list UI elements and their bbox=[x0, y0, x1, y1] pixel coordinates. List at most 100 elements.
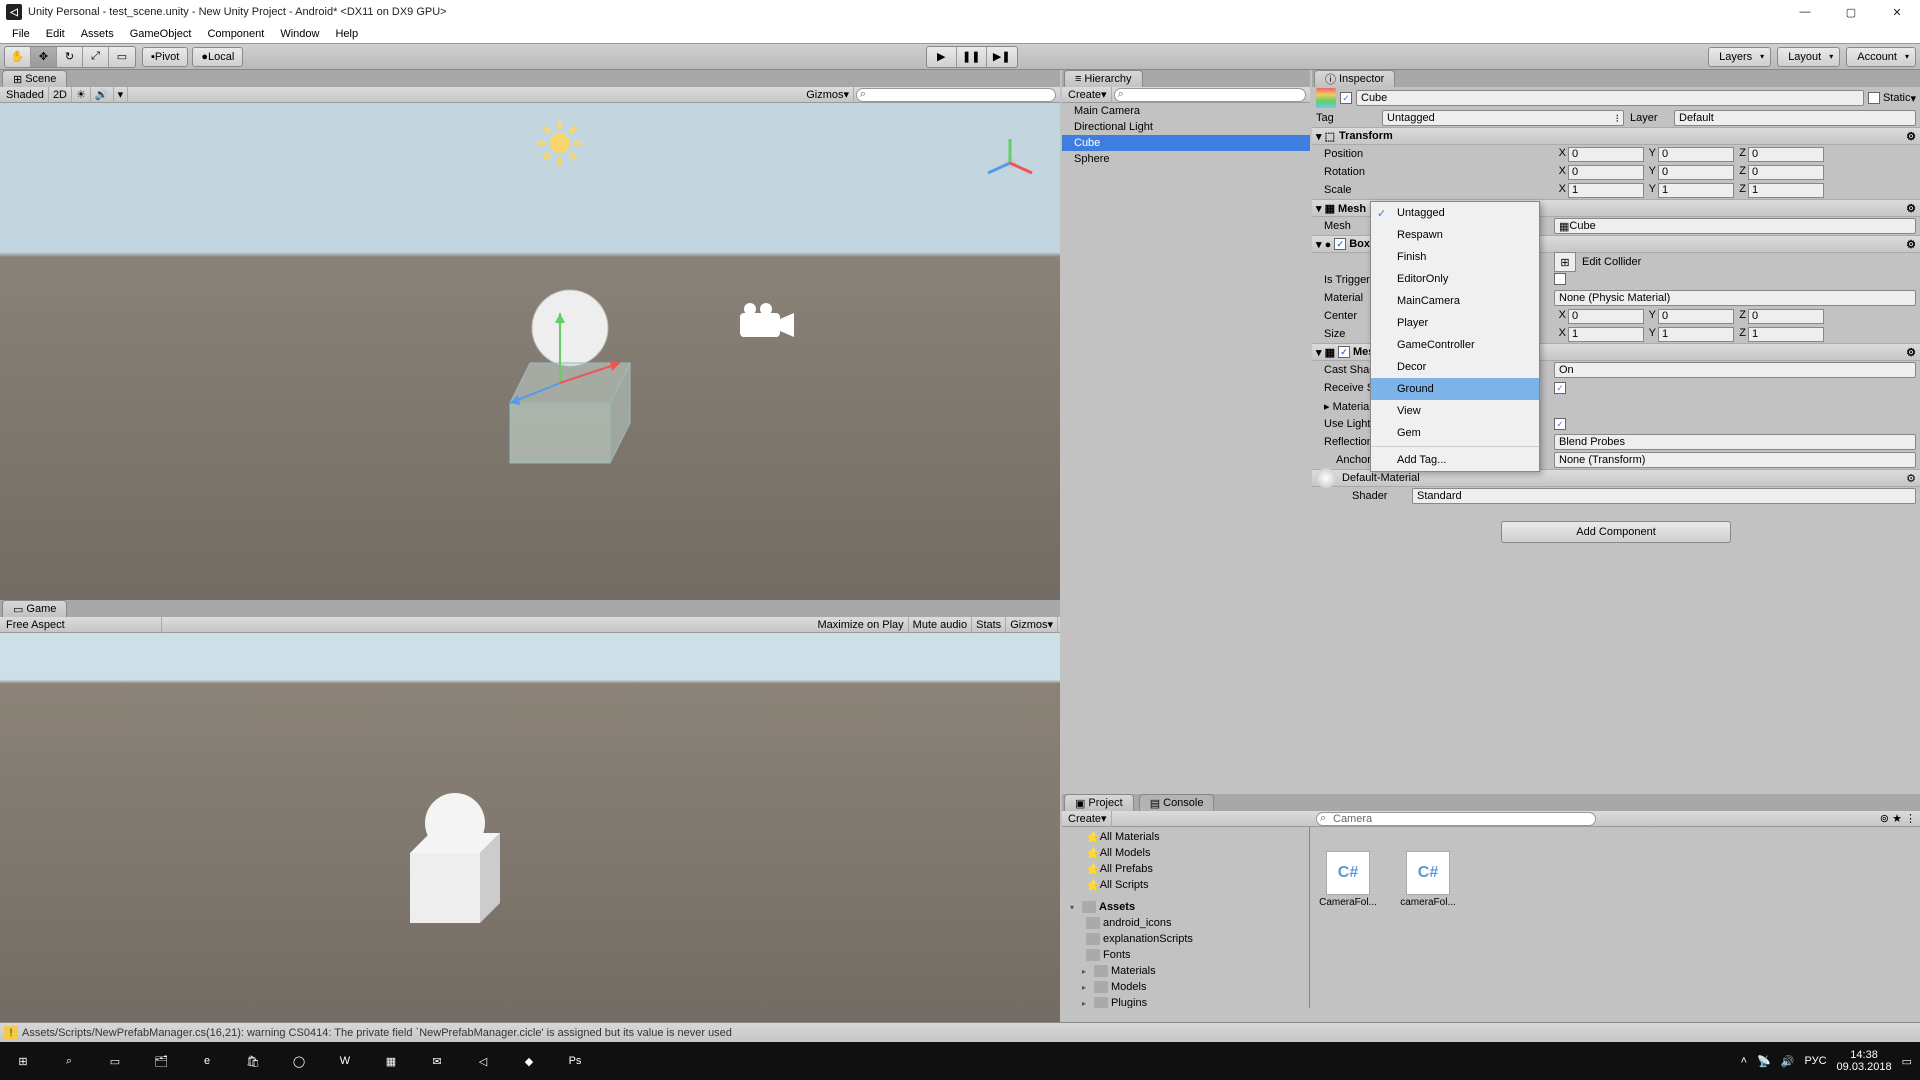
size-x[interactable]: 1 bbox=[1568, 327, 1644, 342]
mute-toggle[interactable]: Mute audio bbox=[909, 617, 972, 633]
edge-icon[interactable]: e bbox=[184, 1042, 230, 1080]
tray-lang[interactable]: РУС bbox=[1805, 1055, 1827, 1067]
pos-x[interactable]: 0 bbox=[1568, 147, 1644, 162]
folder-item[interactable]: Fonts bbox=[1062, 947, 1309, 963]
tray-clock[interactable]: 14:3809.03.2018 bbox=[1837, 1049, 1892, 1073]
hierarchy-item[interactable]: Directional Light bbox=[1062, 119, 1310, 135]
step-button[interactable]: ▶❚ bbox=[987, 47, 1017, 67]
start-button[interactable]: ⊞ bbox=[0, 1042, 46, 1080]
chrome-icon[interactable]: ◯ bbox=[276, 1042, 322, 1080]
pause-button[interactable]: ❚❚ bbox=[957, 47, 987, 67]
tag-option[interactable]: Decor bbox=[1371, 356, 1539, 378]
folder-item[interactable]: ▸Materials bbox=[1062, 963, 1309, 979]
mesh-field[interactable]: ▦ Cube bbox=[1554, 218, 1916, 234]
size-y[interactable]: 1 bbox=[1658, 327, 1734, 342]
game-viewport[interactable] bbox=[0, 633, 1060, 1022]
favorite-item[interactable]: ⭐ All Prefabs bbox=[1062, 861, 1309, 877]
local-toggle[interactable]: ● Local bbox=[192, 47, 243, 67]
search-button[interactable]: ⌕ bbox=[46, 1042, 92, 1080]
phys-material-field[interactable]: None (Physic Material) bbox=[1554, 290, 1916, 306]
hierarchy-list[interactable]: Main Camera Directional Light Cube Spher… bbox=[1062, 103, 1310, 792]
store-icon[interactable]: 🛍 bbox=[230, 1042, 276, 1080]
inspector-tab[interactable]: ⓘ Inspector bbox=[1314, 70, 1395, 87]
rotate-tool[interactable]: ↻ bbox=[57, 47, 83, 67]
project-assets-grid[interactable]: C#CameraFol... C#cameraFol... bbox=[1310, 827, 1920, 1008]
2d-toggle[interactable]: 2D bbox=[49, 87, 72, 103]
layer-dropdown[interactable]: Default bbox=[1674, 110, 1916, 126]
rect-tool[interactable]: ▭ bbox=[109, 47, 135, 67]
probes-checkbox[interactable]: ✓ bbox=[1554, 418, 1566, 430]
shader-dropdown[interactable]: Standard bbox=[1412, 488, 1916, 504]
tray-chevron-icon[interactable]: ˄ bbox=[1741, 1055, 1747, 1067]
edit-collider-button[interactable]: ⊞ bbox=[1554, 252, 1576, 272]
pos-y[interactable]: 0 bbox=[1658, 147, 1734, 162]
receive-checkbox[interactable]: ✓ bbox=[1554, 382, 1566, 394]
tag-option[interactable]: EditorOnly bbox=[1371, 268, 1539, 290]
sublime-icon[interactable]: ▦ bbox=[368, 1042, 414, 1080]
move-tool[interactable]: ✥ bbox=[31, 47, 57, 67]
system-tray[interactable]: ˄ 📡 🔊 РУС 14:3809.03.2018 ▭ bbox=[1741, 1049, 1920, 1073]
play-button[interactable]: ▶ bbox=[927, 47, 957, 67]
asset-tile[interactable]: C#CameraFol... bbox=[1316, 851, 1380, 908]
scale-tool[interactable]: ⤢ bbox=[83, 47, 109, 67]
favorite-item[interactable]: ⭐ All Materials bbox=[1062, 829, 1309, 845]
menu-file[interactable]: File bbox=[4, 26, 38, 42]
tag-option[interactable]: MainCamera bbox=[1371, 290, 1539, 312]
tag-option[interactable]: GameController bbox=[1371, 334, 1539, 356]
menu-component[interactable]: Component bbox=[199, 26, 272, 42]
task-view-button[interactable]: ▭ bbox=[92, 1042, 138, 1080]
tag-option[interactable]: Gem bbox=[1371, 422, 1539, 444]
console-tab[interactable]: ▤ Console bbox=[1139, 794, 1215, 811]
hierarchy-tab[interactable]: ≡ Hierarchy bbox=[1064, 70, 1143, 87]
tray-notifications-icon[interactable]: ▭ bbox=[1902, 1055, 1912, 1068]
rot-z[interactable]: 0 bbox=[1748, 165, 1824, 180]
transform-header[interactable]: ▾ ⬚ Transform⚙ bbox=[1312, 127, 1920, 145]
hierarchy-create[interactable]: Create ▾ bbox=[1064, 87, 1112, 103]
favorite-item[interactable]: ⭐ All Scripts bbox=[1062, 877, 1309, 893]
active-checkbox[interactable]: ✓ bbox=[1340, 92, 1352, 104]
folder-item[interactable]: ▸Models bbox=[1062, 979, 1309, 995]
lighting-icon[interactable]: ☀ bbox=[72, 87, 91, 103]
tray-volume-icon[interactable]: 🔊 bbox=[1781, 1055, 1795, 1068]
account-dropdown[interactable]: Account▾ bbox=[1846, 47, 1916, 67]
unity-taskbar-icon[interactable]: ◁ bbox=[460, 1042, 506, 1080]
tag-option[interactable]: View bbox=[1371, 400, 1539, 422]
menu-assets[interactable]: Assets bbox=[73, 26, 122, 42]
tag-option[interactable]: Untagged bbox=[1371, 202, 1539, 224]
stats-toggle[interactable]: Stats bbox=[972, 617, 1006, 633]
audio-icon[interactable]: 🔊 bbox=[91, 87, 114, 103]
photoshop-icon[interactable]: Ps bbox=[552, 1042, 598, 1080]
project-tree[interactable]: ⭐ All Materials ⭐ All Models ⭐ All Prefa… bbox=[1062, 827, 1310, 1008]
hierarchy-search[interactable] bbox=[1114, 88, 1306, 102]
rot-y[interactable]: 0 bbox=[1658, 165, 1734, 180]
rot-x[interactable]: 0 bbox=[1568, 165, 1644, 180]
gizmos-dropdown[interactable]: Gizmos ▾ bbox=[802, 87, 854, 103]
app-icon[interactable]: ◆ bbox=[506, 1042, 552, 1080]
add-component-button[interactable]: Add Component bbox=[1501, 521, 1731, 543]
tag-option[interactable]: Player bbox=[1371, 312, 1539, 334]
status-console-line[interactable]: ! Assets/Scripts/NewPrefabManager.cs(16,… bbox=[0, 1022, 1920, 1042]
fx-icon[interactable]: ▾ bbox=[114, 87, 129, 103]
project-create[interactable]: Create ▾ bbox=[1064, 811, 1112, 827]
asset-tile[interactable]: C#cameraFol... bbox=[1396, 851, 1460, 908]
pos-z[interactable]: 0 bbox=[1748, 147, 1824, 162]
center-z[interactable]: 0 bbox=[1748, 309, 1824, 324]
word-icon[interactable]: W bbox=[322, 1042, 368, 1080]
layout-dropdown[interactable]: Layout▾ bbox=[1777, 47, 1840, 67]
scene-search[interactable] bbox=[856, 88, 1056, 102]
explorer-icon[interactable]: 🗂 bbox=[138, 1042, 184, 1080]
tag-option[interactable]: Respawn bbox=[1371, 224, 1539, 246]
maximize-button[interactable]: ▢ bbox=[1828, 0, 1874, 24]
menu-help[interactable]: Help bbox=[327, 26, 366, 42]
center-x[interactable]: 0 bbox=[1568, 309, 1644, 324]
add-tag-option[interactable]: Add Tag... bbox=[1371, 449, 1539, 471]
favorite-item[interactable]: ⭐ All Models bbox=[1062, 845, 1309, 861]
game-gizmos[interactable]: Gizmos ▾ bbox=[1006, 617, 1058, 633]
hierarchy-item[interactable]: Main Camera bbox=[1062, 103, 1310, 119]
scl-x[interactable]: 1 bbox=[1568, 183, 1644, 198]
game-tab[interactable]: ▭ Game bbox=[2, 600, 67, 617]
anchor-field[interactable]: None (Transform) bbox=[1554, 452, 1916, 468]
menu-edit[interactable]: Edit bbox=[38, 26, 73, 42]
menu-window[interactable]: Window bbox=[272, 26, 327, 42]
layers-dropdown[interactable]: Layers▾ bbox=[1708, 47, 1771, 67]
